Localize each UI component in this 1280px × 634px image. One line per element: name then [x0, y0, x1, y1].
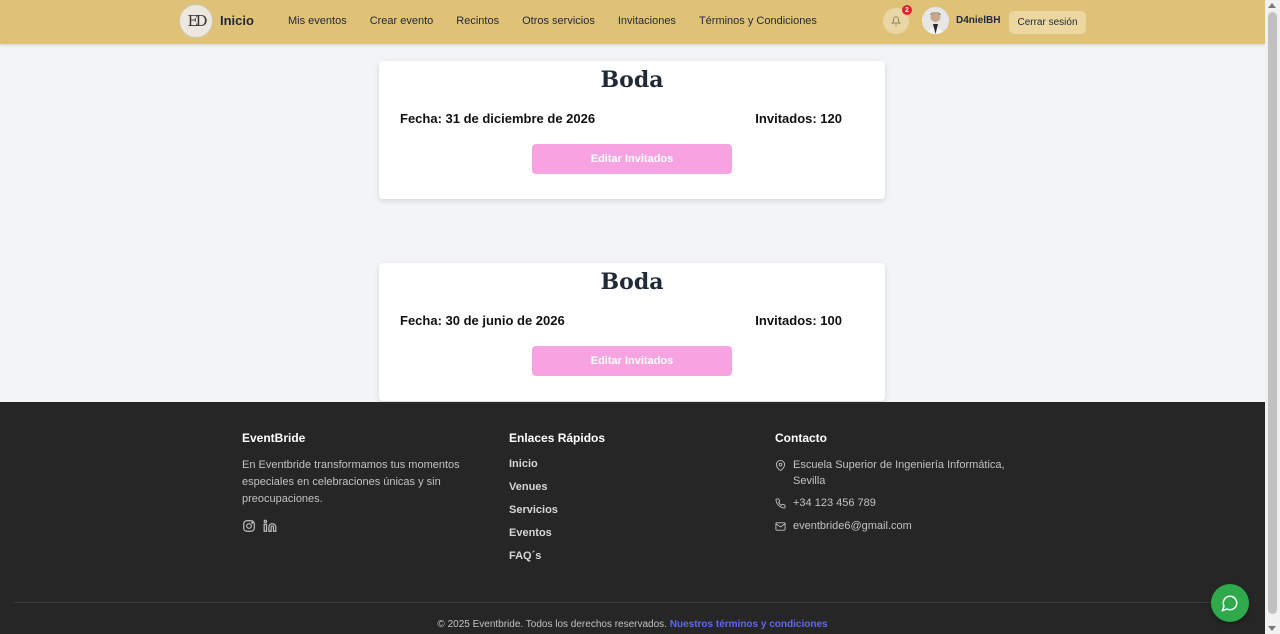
phone-text[interactable]: +34 123 456 789 — [793, 495, 876, 511]
footer-link-eventos[interactable]: Eventos — [509, 527, 552, 539]
edit-guests-button[interactable]: Editar Invitados — [532, 144, 732, 174]
nav-link-recintos[interactable]: Recintos — [456, 15, 499, 27]
chat-icon — [1221, 595, 1238, 612]
chat-button[interactable] — [1211, 584, 1249, 622]
footer-description: En Eventbride transformamos tus momentos… — [242, 459, 460, 505]
contact-phone: +34 123 456 789 — [775, 495, 876, 511]
event-card: Boda Fecha: 31 de diciembre de 2026 Invi… — [379, 61, 885, 199]
location-icon — [775, 460, 786, 471]
notification-badge: 2 — [902, 5, 912, 15]
copyright-text: © 2025 Eventbride. Todos los derechos re… — [437, 619, 667, 630]
event-guests: Invitados: 100 — [755, 313, 842, 328]
terms-link[interactable]: Nuestros términos y condiciones — [670, 619, 828, 630]
email-text[interactable]: eventbride6@gmail.com — [793, 518, 912, 534]
contact-email: eventbride6@gmail.com — [775, 518, 912, 534]
event-card: Boda Fecha: 30 de junio de 2026 Invitado… — [379, 263, 885, 401]
brand-home-link[interactable]: Inicio — [220, 13, 254, 28]
avatar[interactable] — [922, 7, 949, 34]
scrollbar[interactable] — [1265, 0, 1280, 634]
navbar: ED Inicio Mis eventos Crear evento Recin… — [0, 0, 1265, 44]
nav-link-mis-eventos[interactable]: Mis eventos — [288, 15, 347, 27]
event-title: Boda — [600, 269, 664, 295]
logo-icon[interactable]: ED — [179, 4, 213, 38]
edit-guests-button[interactable]: Editar Invitados — [532, 346, 732, 376]
event-guests: Invitados: 120 — [755, 111, 842, 126]
event-title: Boda — [600, 67, 664, 93]
footer-link-servicios[interactable]: Servicios — [509, 504, 558, 516]
quick-links-title: Enlaces Rápidos — [509, 431, 606, 445]
logout-button[interactable]: Cerrar sesión — [1009, 11, 1086, 34]
phone-icon — [775, 498, 786, 509]
event-date: Fecha: 31 de diciembre de 2026 — [400, 111, 596, 126]
scroll-thumb[interactable] — [1268, 12, 1277, 614]
footer-link-faqs[interactable]: FAQ´s — [509, 550, 541, 562]
bell-icon — [891, 16, 901, 26]
contact-title: Contacto — [775, 431, 827, 445]
linkedin-icon[interactable] — [263, 519, 277, 533]
nav-link-otros-servicios[interactable]: Otros servicios — [522, 15, 595, 27]
address-text: Escuela Superior de Ingeniería Informáti… — [793, 459, 1005, 487]
mail-icon — [775, 522, 786, 531]
footer: EventBride En Eventbride transformamos t… — [0, 402, 1265, 634]
footer-brand-title: EventBride — [242, 431, 306, 445]
username[interactable]: D4nielBH — [956, 15, 1000, 26]
instagram-icon[interactable] — [242, 519, 256, 533]
copyright: © 2025 Eventbride. Todos los derechos re… — [0, 619, 1265, 630]
footer-link-inicio[interactable]: Inicio — [509, 458, 538, 470]
scroll-up-arrow[interactable] — [1268, 3, 1276, 8]
event-date: Fecha: 30 de junio de 2026 — [400, 313, 565, 328]
avatar-image — [922, 7, 949, 34]
footer-link-venues[interactable]: Venues — [509, 481, 548, 493]
scroll-down-arrow[interactable] — [1268, 626, 1276, 631]
nav-link-invitaciones[interactable]: Invitaciones — [618, 15, 676, 27]
nav-link-crear-evento[interactable]: Crear evento — [370, 15, 434, 27]
contact-address: Escuela Superior de Ingeniería Informáti… — [775, 457, 1005, 489]
footer-divider — [14, 602, 1250, 603]
nav-link-terminos[interactable]: Términos y Condiciones — [699, 15, 817, 27]
nav-links: Mis eventos Crear evento Recintos Otros … — [288, 15, 840, 27]
